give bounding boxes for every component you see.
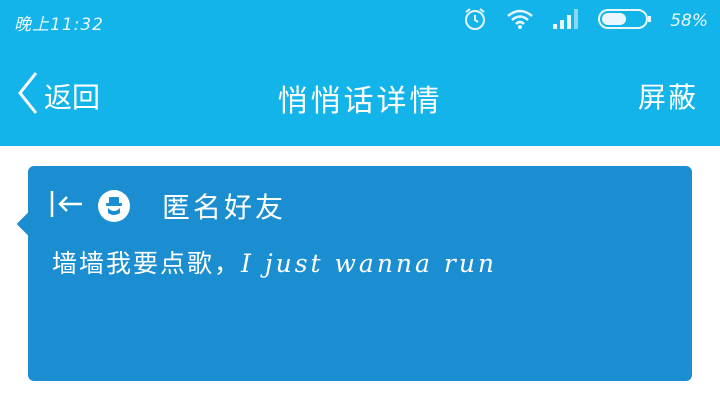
page-title: 悄悄话详情: [277, 84, 443, 119]
message-text-en: I just wanna run: [241, 249, 498, 278]
wifi-icon: [506, 8, 534, 34]
alarm-icon: [462, 6, 488, 36]
navigation-bar: 返回 悄悄话详情 屏蔽: [0, 58, 720, 136]
signal-icon: [552, 8, 580, 34]
block-button[interactable]: 屏蔽: [638, 76, 698, 116]
card-header: 匿名好友: [50, 188, 286, 224]
status-icons: 58%: [462, 8, 708, 34]
status-time: 晚上11:32: [14, 15, 104, 35]
message-text: 墙墙我要点歌，I just wanna run: [52, 244, 497, 280]
battery-icon: [598, 8, 652, 34]
status-bar: 晚上11:32 58%: [0, 0, 720, 44]
top-bar: 晚上11:32 58% 返回 悄悄话详情 屏蔽: [0, 0, 720, 146]
message-card: 匿名好友 墙墙我要点歌，I just wanna run: [28, 166, 692, 381]
battery-percent: 58%: [670, 11, 708, 31]
sender-name: 匿名好友: [162, 191, 287, 224]
exit-arrow-icon[interactable]: [50, 189, 84, 223]
anonymous-avatar-icon: [98, 190, 130, 222]
message-text-cn: 墙墙我要点歌，: [52, 249, 242, 278]
